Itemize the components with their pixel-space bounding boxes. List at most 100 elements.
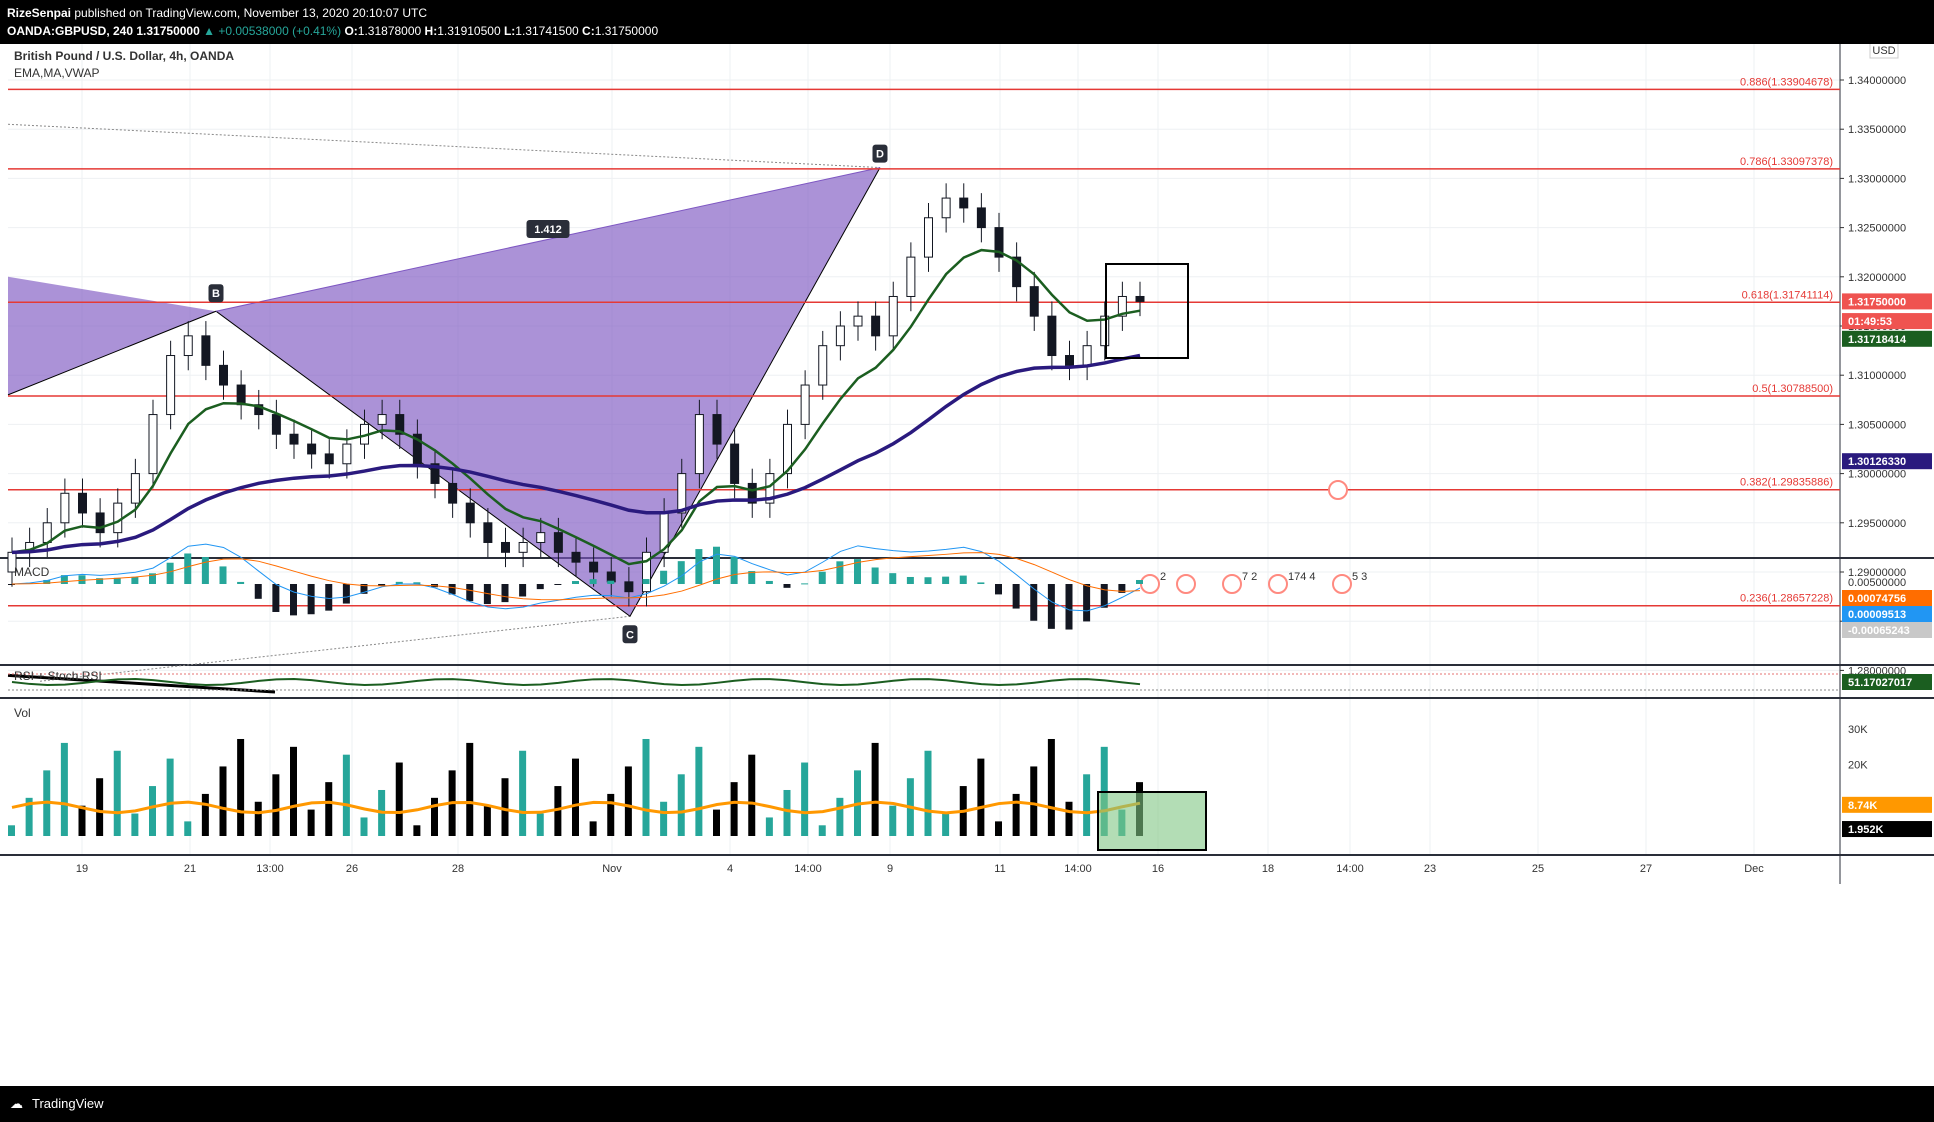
macd-histogram-bar [1100,584,1108,608]
volume-bar [730,782,738,836]
volume-bar [290,746,297,836]
candle-body [501,541,510,553]
macd-histogram-bar [272,584,280,612]
volume-bar [642,738,650,836]
volume-bar [184,821,192,836]
macd-histogram-bar [589,579,597,584]
macd-axis-label: 0.00500000 [1848,577,1906,589]
price-tick-label: 1.30000000 [1848,469,1906,481]
macd-histogram-bar [1047,584,1055,629]
candle-body [536,532,546,543]
volume-bar [977,758,985,836]
volume-bar [818,825,826,836]
macd-histogram-bar [624,584,632,585]
volume-bar [131,813,139,836]
volume-highlight-box [1097,791,1207,851]
volume-bar [466,742,474,836]
price-tick-label: 1.33000000 [1848,173,1906,185]
time-axis-label: 11 [994,863,1005,875]
macd-histogram-bar [201,557,209,584]
chart-area[interactable]: 0.886(1.33904678) 0.786(1.33097378) 0.618(… [0,41,1934,1086]
macd-histogram-bar [1136,579,1143,584]
symbol-label: OANDA:GBPUSD, 240 [7,24,134,38]
candle-body [219,364,228,386]
pattern-label-d: D [876,149,884,161]
macd-histogram-bar [695,549,703,584]
event-count: 174 4 [1288,571,1316,583]
price-tag: 1.30126330 [1848,456,1906,468]
macd-histogram-bar [924,577,932,584]
candle-body [1082,345,1092,366]
macd-histogram-bar [906,576,914,584]
low-label: L: [503,24,516,38]
volume-bar [360,817,368,836]
pattern-label-c: C [626,629,634,641]
volume-bar [1065,801,1073,836]
time-axis-label: 16 [1152,863,1164,875]
candle-body [959,197,969,209]
macd-histogram-bar [783,584,791,588]
event-flag-icon [1222,574,1242,594]
high-label: H: [424,24,438,38]
volume-axis-label: 20K [1848,760,1868,772]
candle-body [677,473,687,514]
volume-bar [431,797,438,836]
macd-histogram-bar [836,561,844,584]
indicator-list: EMA,MA,VWAP [14,66,100,80]
volume-bar [8,825,15,836]
macd-histogram-bar [1012,584,1020,609]
price-tick-label: 1.34000000 [1848,75,1906,87]
candle-body [835,325,845,347]
volume-bar [113,750,121,836]
volume-bar [325,782,333,836]
price-tag: 1.31718414 [1848,334,1907,346]
macd-histogram-bar [219,566,227,584]
macd-histogram-bar [730,556,738,584]
volume-bar [78,805,86,836]
candle-body [589,561,599,573]
time-axis-label: 28 [452,863,464,875]
candle-body [201,335,211,366]
macd-histogram-bar [977,582,985,584]
candle-body [571,551,581,563]
volume-bar [519,750,527,836]
volume-bar [589,821,597,836]
rsi-tag: 51.17027017 [1848,677,1912,689]
volume-bar [342,754,350,836]
time-axis-label: 14:00 [1064,863,1092,875]
price-tag: 1.31750000 [1848,296,1906,308]
macd-tag: 0.00009513 [1848,609,1906,621]
macd-histogram-bar [1030,584,1038,621]
author-name[interactable]: RizeSenpai [7,6,71,20]
tradingview-logo-icon[interactable]: ☁ [10,1096,23,1112]
volume-bar [748,754,756,836]
candle-body [483,522,493,543]
volume-bar [889,805,897,836]
candle-body [553,532,563,553]
fib-label: 0.886(1.33904678) [1740,76,1833,88]
event-flag-icon [1328,480,1348,500]
volume-bar [166,758,174,836]
brand-name[interactable]: TradingView [32,1096,104,1111]
volume-bar [783,789,791,836]
last-price: 1.31750000 [136,24,200,38]
volume-bar [871,742,879,836]
macd-histogram-bar [572,581,579,584]
pattern-ratio-label: 1.412 [534,224,562,236]
volume-bar [677,774,685,836]
candle-body [60,492,70,524]
footer-bar: ☁ TradingView [0,1086,1934,1122]
chart-svg[interactable]: 0.886(1.33904678) 0.786(1.33097378) 0.618(… [0,41,1934,1086]
macd-histogram-bar [995,584,1002,595]
chart-title: British Pound / U.S. Dollar, 4h, OANDA [14,49,234,63]
candle-body [1065,355,1074,366]
candle-body [1047,315,1057,357]
volume-bar [660,801,668,836]
candle-body [324,453,334,465]
volume-bar [413,825,421,836]
price-tick-label: 1.32000000 [1848,272,1906,284]
time-axis-label: 21 [184,863,196,875]
event-flag-icon [1268,574,1288,594]
candle-body [1135,295,1145,302]
volume-bar [801,762,809,836]
